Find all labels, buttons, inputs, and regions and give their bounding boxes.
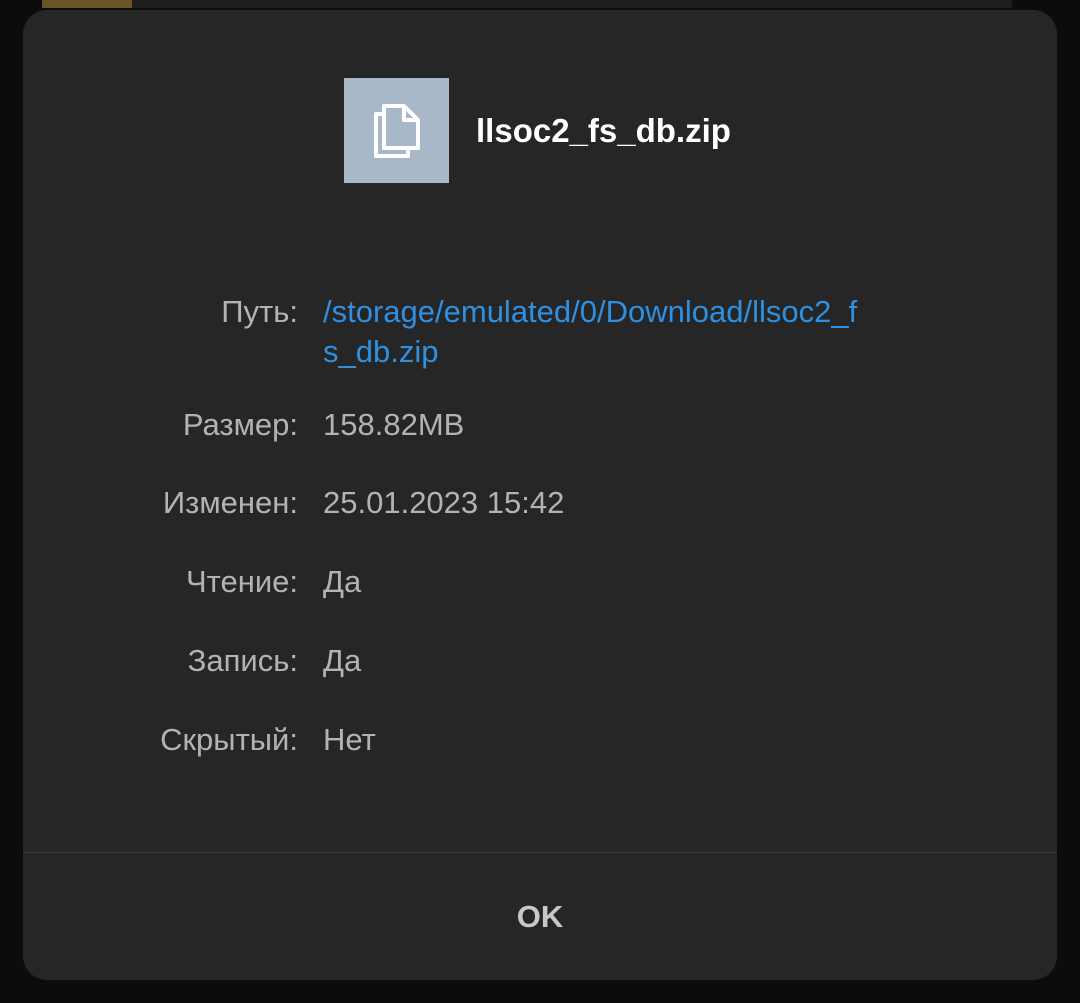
- property-label: Запись:: [187, 643, 298, 678]
- property-label: Размер:: [182, 407, 298, 442]
- file-properties-dialog: llsoc2_fs_db.zip Путь: /storage/emulated…: [23, 10, 1057, 980]
- property-value: 158.82MB: [323, 407, 465, 442]
- property-value: 25.01.2023 15:42: [323, 485, 565, 520]
- dialog-header: llsoc2_fs_db.zip: [344, 78, 731, 183]
- file-copy-icon: [368, 100, 426, 162]
- property-value: Да: [323, 643, 362, 678]
- background-list-edge: [132, 0, 1012, 8]
- property-value: Нет: [323, 722, 376, 757]
- ok-button[interactable]: OK: [23, 853, 1057, 980]
- file-thumbnail: [344, 78, 449, 183]
- path-link[interactable]: /storage/emulated/0/Download/llsoc2_fs_d…: [323, 292, 863, 372]
- file-name: llsoc2_fs_db.zip: [476, 111, 731, 149]
- property-label: Чтение:: [185, 564, 298, 599]
- property-label: Скрытый:: [160, 722, 298, 757]
- property-label: Путь:: [221, 294, 298, 329]
- background-folder-strip: [42, 0, 132, 8]
- property-value: Да: [323, 564, 362, 599]
- property-label: Изменен:: [162, 485, 298, 520]
